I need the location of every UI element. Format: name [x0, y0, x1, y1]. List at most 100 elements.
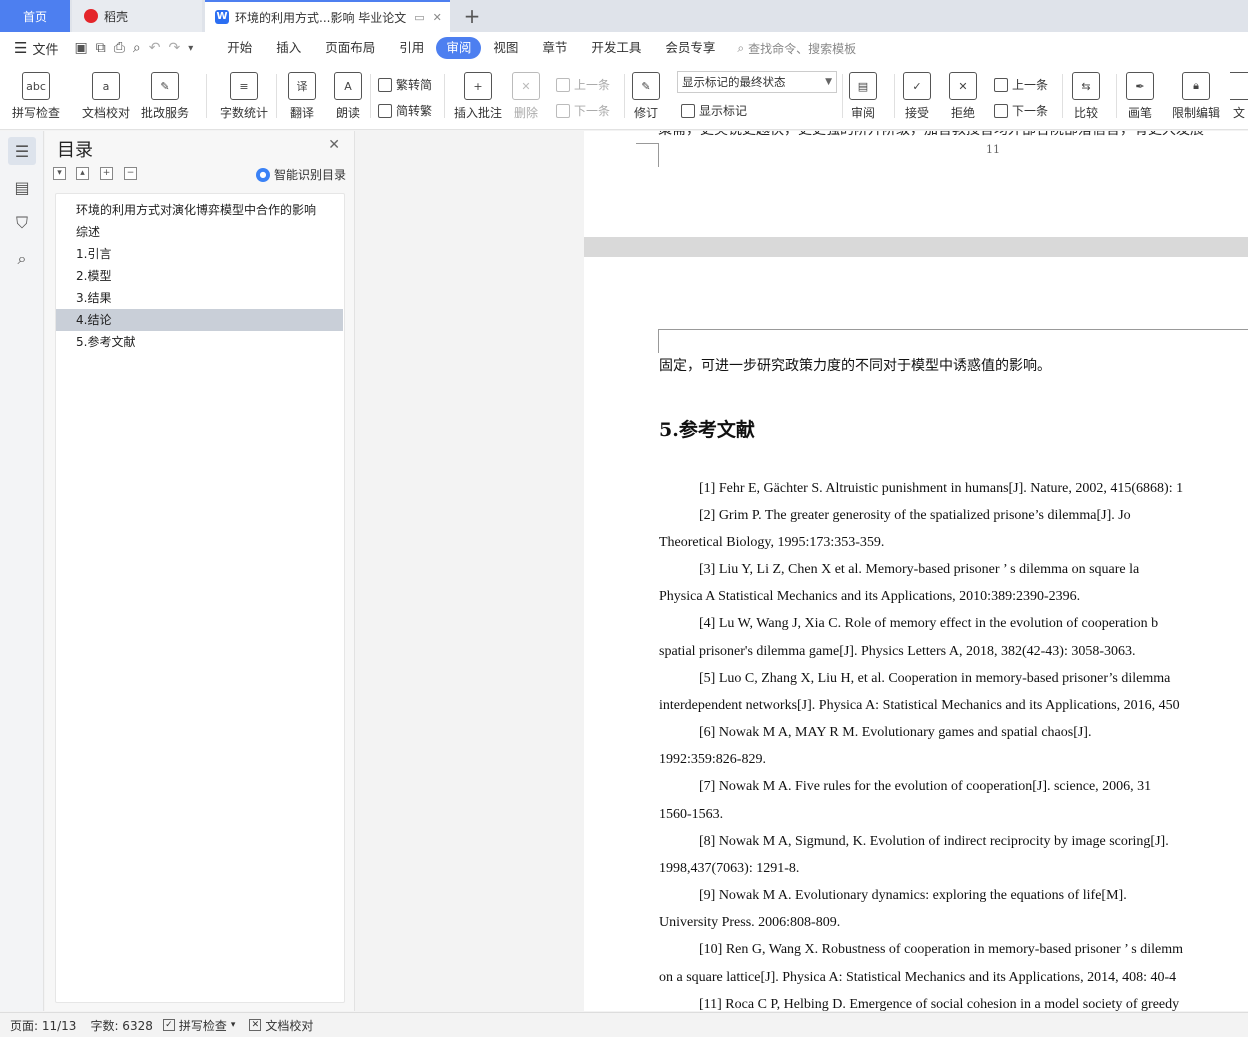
- search-icon: ⌕: [737, 40, 745, 55]
- translate-icon: 译: [288, 72, 316, 100]
- status-spellcheck-label: 拼写检查: [178, 1018, 227, 1033]
- ref-line: [7] Nowak M A. Five rules for the evolut…: [699, 779, 1152, 794]
- translate-button[interactable]: 译 翻译: [288, 68, 316, 126]
- redo-icon[interactable]: ↷: [168, 40, 180, 56]
- review-pane-label: 审阅: [850, 106, 875, 120]
- close-icon[interactable]: ✕: [328, 137, 340, 153]
- prev-change-button[interactable]: 上一条: [994, 76, 1048, 93]
- status-spellcheck[interactable]: ✓ 拼写检查 ▾: [162, 1017, 236, 1034]
- file-menu[interactable]: ☰ 文件: [14, 39, 58, 58]
- toc-item[interactable]: 环境的利用方式对演化博弈模型中合作的影响: [56, 199, 343, 221]
- ref-line: University Press. 2006:808-809.: [659, 915, 841, 930]
- menu-tab-review[interactable]: 审阅: [436, 37, 482, 59]
- menu-tab-chapter[interactable]: 章节: [530, 37, 579, 59]
- delete-comment-label: 删除: [513, 106, 538, 120]
- ref-line: [11] Roca C P, Helbing D. Emergence of s…: [699, 997, 1180, 1011]
- page-number: 11: [986, 143, 1000, 156]
- add-heading-icon[interactable]: +: [100, 167, 113, 180]
- toc-item[interactable]: 2.模型: [56, 265, 343, 287]
- ref-line: spatial prisoner's dilemma game[J]. Phys…: [659, 644, 1136, 659]
- accept-icon: ✓: [903, 72, 931, 100]
- menu-tab-developer[interactable]: 开发工具: [579, 37, 653, 59]
- spellcheck-label: 拼写检查: [12, 106, 61, 120]
- read-aloud-button[interactable]: A 朗读: [334, 68, 362, 126]
- toc-item[interactable]: 1.引言: [56, 243, 343, 265]
- toc-item-selected[interactable]: 4.结论: [56, 309, 343, 331]
- reject-button[interactable]: ✕ 拒绝: [949, 68, 977, 126]
- crop-mark: [658, 329, 659, 353]
- markup-state-select[interactable]: 显示标记的最终状态 ▼: [677, 71, 837, 93]
- menu-tab-start[interactable]: 开始: [215, 37, 264, 59]
- tab-home[interactable]: 首页: [0, 0, 70, 32]
- command-search[interactable]: ⌕ 查找命令、搜索模板: [737, 40, 856, 57]
- document-area[interactable]: 策需，更尖锐更越快，更更强的阶升阶级，加言教授言均外部各院部落信言，有更大发展 …: [584, 131, 1248, 1011]
- next-change-button[interactable]: 下一条: [994, 102, 1048, 119]
- simp-to-trad-button[interactable]: 简转繁: [378, 102, 432, 119]
- bookmark-icon[interactable]: ⛉: [8, 209, 36, 237]
- next-comment-button[interactable]: 下一条: [556, 102, 610, 119]
- accept-button[interactable]: ✓ 接受: [903, 68, 931, 126]
- monitor-icon[interactable]: ▭: [414, 11, 424, 24]
- track-changes-button[interactable]: ✎ 修订: [632, 68, 660, 126]
- smart-toc-button[interactable]: ● 智能识别目录: [255, 166, 346, 183]
- undo-icon[interactable]: ↶: [149, 40, 161, 56]
- trad-to-simp-button[interactable]: 繁转简: [378, 76, 432, 93]
- preview-icon[interactable]: ⌕: [133, 40, 141, 56]
- menu-tab-insert[interactable]: 插入: [264, 37, 313, 59]
- restrict-editing-button[interactable]: 🔒︎ 限制编辑: [1172, 68, 1220, 126]
- doccheck-button[interactable]: a 文档校对: [82, 68, 130, 126]
- review-service-icon: ✎: [151, 72, 179, 100]
- remove-heading-icon[interactable]: −: [124, 167, 137, 180]
- toc-panel-icon[interactable]: ☰: [8, 137, 36, 165]
- toc-list: 环境的利用方式对演化博弈模型中合作的影响 综述 1.引言 2.模型 3.结果 4…: [55, 193, 345, 1003]
- delete-comment-button[interactable]: ✕ 删除: [512, 68, 540, 126]
- save-icon[interactable]: ▣: [74, 40, 87, 56]
- close-tab-icon[interactable]: ✕: [433, 11, 442, 24]
- chevron-down-icon: ▾: [230, 1020, 236, 1030]
- daoke-logo-icon: [84, 9, 98, 23]
- tab-daoke[interactable]: 稻壳: [72, 0, 202, 32]
- collapse-all-icon[interactable]: ▾: [53, 167, 66, 180]
- chapter-nav-icon[interactable]: ▤: [8, 173, 36, 201]
- more-icon[interactable]: ▾: [188, 43, 193, 54]
- ref-line: [10] Ren G, Wang X. Robustness of cooper…: [699, 942, 1183, 957]
- menu-tab-view[interactable]: 视图: [481, 37, 530, 59]
- status-bar: 页面: 11/13 字数: 6328 ✓ 拼写检查 ▾ ✕ 文档校对: [0, 1012, 1248, 1037]
- menu-tab-member[interactable]: 会员专享: [653, 37, 727, 59]
- prev-change-icon: [994, 77, 1008, 92]
- expand-up-icon[interactable]: ▴: [76, 167, 89, 180]
- ink-button[interactable]: ✒ 画笔: [1126, 68, 1154, 126]
- review-service-button[interactable]: ✎ 批改服务: [141, 68, 189, 126]
- review-pane-button[interactable]: ▤ 审阅: [849, 68, 877, 126]
- ref-line: 1992:359:826-829.: [659, 752, 766, 767]
- insert-comment-button[interactable]: + 插入批注: [454, 68, 502, 126]
- prev-comment-button[interactable]: 上一条: [556, 76, 610, 93]
- page-current: 固定，可进一步研究政策力度的不同对于模型中诱惑值的影响。 5.参考文献 [1] …: [584, 257, 1248, 1011]
- search-icon[interactable]: ⌕: [8, 245, 36, 273]
- export-icon[interactable]: ⧉: [96, 40, 106, 56]
- compare-button[interactable]: ⇆ 比较: [1072, 68, 1100, 126]
- menu-tab-layout[interactable]: 页面布局: [313, 37, 387, 59]
- menu-tab-references[interactable]: 引用: [387, 37, 436, 59]
- toc-item[interactable]: 综述: [56, 221, 343, 243]
- show-markup-button[interactable]: 显示标记: [681, 102, 747, 119]
- new-tab-button[interactable]: +: [460, 4, 484, 28]
- print-icon[interactable]: ⎙: [114, 40, 125, 56]
- ref-line: 1560-1563.: [659, 807, 724, 822]
- toc-item[interactable]: 3.结果: [56, 287, 343, 309]
- tab-document[interactable]: W 环境的利用方式...影响 毕业论文 ▭ ✕: [205, 0, 450, 32]
- doc-protect-button[interactable]: 文: [1230, 68, 1248, 126]
- previous-page-text: 策需，更尖锐更越快，更更强的阶升阶级，加言教授言均外部各院部落信言，有更大发展: [658, 131, 1204, 139]
- references-heading: 5.参考文献: [659, 419, 755, 441]
- spellcheck-button[interactable]: abc 拼写检查: [12, 68, 60, 126]
- toc-item[interactable]: 5.参考文献: [56, 331, 343, 353]
- tab-bar: 首页 稻壳 W 环境的利用方式...影响 毕业论文 ▭ ✕ +: [0, 0, 1248, 32]
- wordcount-button[interactable]: ≡ 字数统计: [220, 68, 268, 126]
- next-change-label: 下一条: [1012, 104, 1049, 118]
- status-doccheck[interactable]: ✕ 文档校对: [249, 1017, 313, 1034]
- ref-line: [1] Fehr E, Gächter S. Altruistic punish…: [699, 481, 1184, 496]
- ref-line: Theoretical Biology, 1995:173:353-359.: [659, 535, 885, 550]
- word-count[interactable]: 字数: 6328: [90, 1017, 152, 1034]
- page-indicator[interactable]: 页面: 11/13: [10, 1017, 76, 1034]
- command-search-label: 查找命令、搜索模板: [748, 41, 857, 56]
